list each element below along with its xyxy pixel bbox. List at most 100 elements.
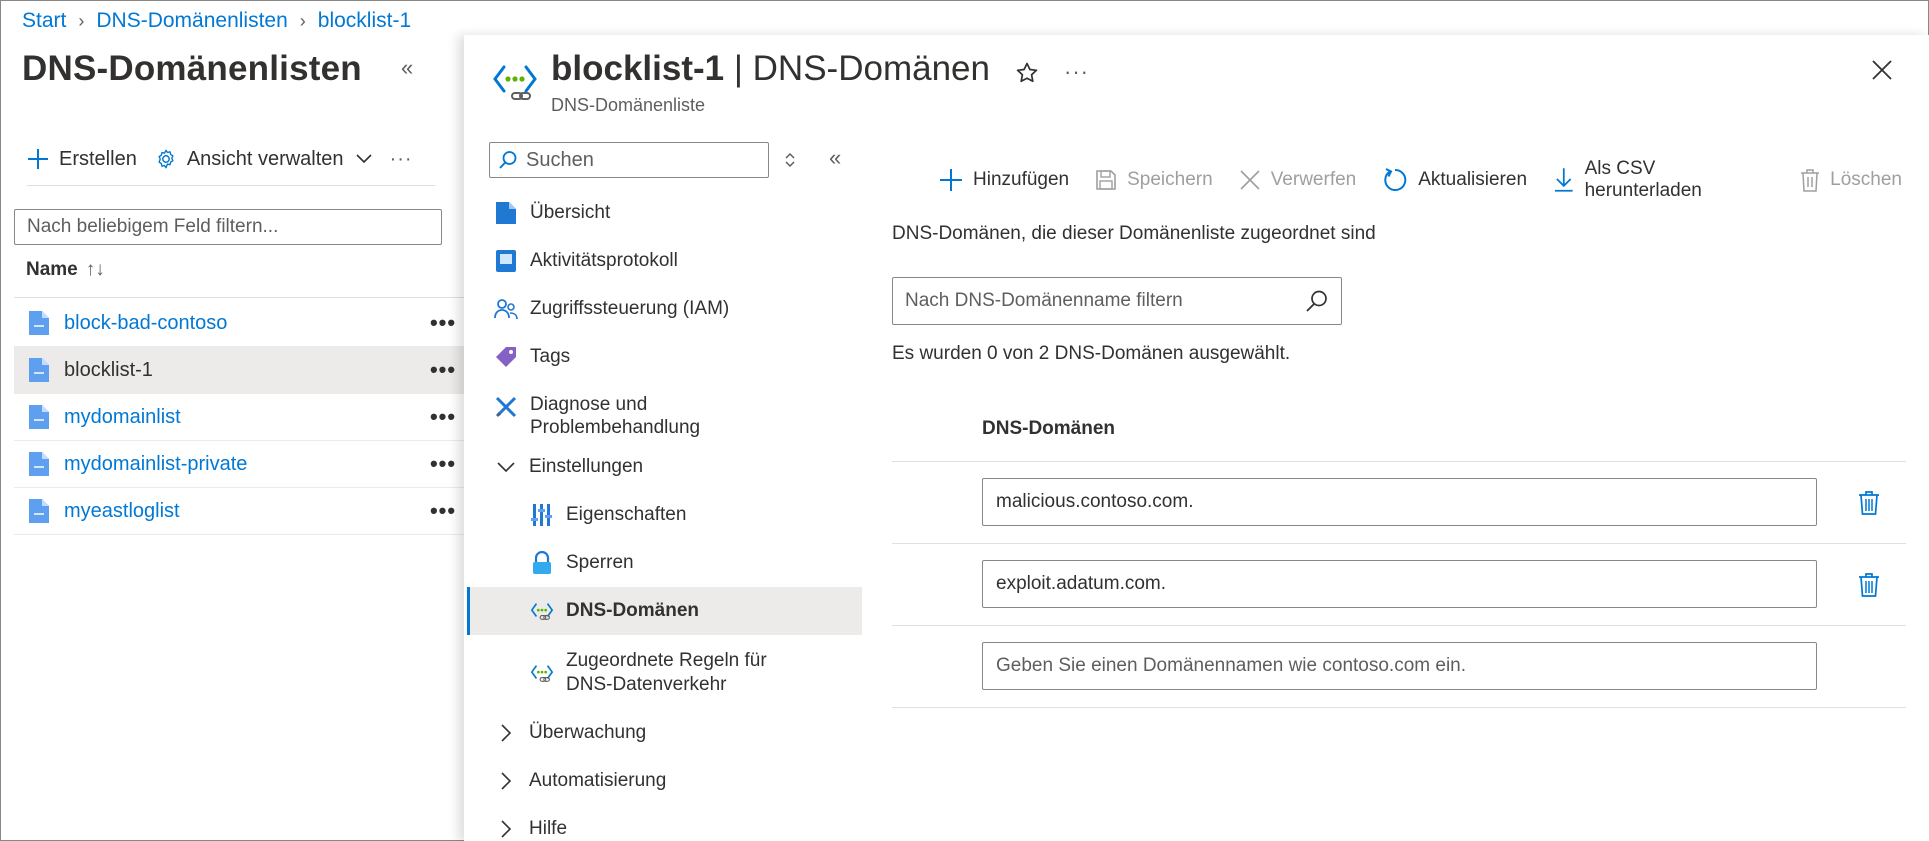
menu-item-diagnose[interactable]: Diagnose und Problembehandlung xyxy=(467,391,862,441)
wrench-icon xyxy=(494,395,518,419)
expand-collapse-icon[interactable] xyxy=(784,151,796,169)
sort-icon: ↑↓ xyxy=(85,259,105,280)
page-title: blocklist-1 | DNS-Domänen xyxy=(551,49,990,88)
star-icon[interactable] xyxy=(1015,61,1039,85)
row-more-button[interactable]: ••• xyxy=(428,498,458,524)
download-icon xyxy=(1554,168,1573,192)
breadcrumb-start[interactable]: Start xyxy=(22,9,66,33)
menu-item-overview[interactable]: Übersicht xyxy=(467,197,862,229)
column-header-name[interactable]: Name ↑↓ xyxy=(26,259,105,281)
list-item-name: mydomainlist-private xyxy=(64,452,248,475)
grid-divider xyxy=(892,543,1906,544)
menu-item-properties[interactable]: Eigenschaften xyxy=(467,499,862,531)
dns-filter-input[interactable]: Nach DNS-Domänenname filtern xyxy=(892,277,1342,325)
menu-item-iam[interactable]: Zugriffssteuerung (IAM) xyxy=(467,293,862,325)
command-bar: Hinzufügen Speichern Verwerfen Aktualisi… xyxy=(939,158,1928,201)
left-toolbar-more-button[interactable]: ··· xyxy=(390,148,413,171)
trash-icon[interactable] xyxy=(1858,490,1880,516)
download-csv-button[interactable]: Als CSV herunterladen xyxy=(1553,158,1774,202)
list-item-name: myeastloglist xyxy=(64,499,180,522)
list-item[interactable]: myeastloglist ••• xyxy=(14,488,464,535)
manage-view-button[interactable]: Ansicht verwalten xyxy=(155,148,372,171)
content-description: DNS-Domänen, die dieser Domänenliste zug… xyxy=(892,223,1376,244)
list-item[interactable]: mydomainlist-private ••• xyxy=(14,441,464,488)
menu-item-automation[interactable]: Automatisierung xyxy=(467,765,862,797)
tag-icon xyxy=(494,345,518,369)
menu-item-activity-log[interactable]: Aktivitätsprotokoll xyxy=(467,245,862,277)
new-domain-input[interactable]: Geben Sie einen Domänennamen wie contoso… xyxy=(982,642,1817,690)
chevron-right-icon: › xyxy=(299,10,306,31)
row-more-button[interactable]: ••• xyxy=(428,451,458,477)
properties-icon xyxy=(530,503,554,527)
close-icon[interactable] xyxy=(1871,59,1893,81)
left-toolbar: Erstellen Ansicht verwalten ··· xyxy=(27,143,431,175)
close-icon xyxy=(1240,170,1260,190)
dns-domain-field[interactable]: exploit.adatum.com. xyxy=(982,560,1817,608)
chevron-right-icon xyxy=(501,724,512,742)
refresh-icon xyxy=(1384,168,1407,191)
file-icon xyxy=(29,499,49,523)
list-item[interactable]: block-bad-contoso ••• xyxy=(14,300,464,347)
refresh-button[interactable]: Aktualisieren xyxy=(1382,167,1527,193)
trash-icon[interactable] xyxy=(1858,572,1880,598)
column-header-dns-domains: DNS-Domänen xyxy=(982,418,1116,439)
grid-divider xyxy=(892,707,1906,708)
menu-item-locks[interactable]: Sperren xyxy=(467,547,862,579)
list-header-divider xyxy=(14,297,464,298)
chevron-down-icon xyxy=(355,154,372,164)
save-button[interactable]: Speichern xyxy=(1095,169,1213,191)
search-icon xyxy=(499,151,517,169)
menu-item-tags[interactable]: Tags xyxy=(467,341,862,373)
list-item-name: blocklist-1 xyxy=(64,358,153,381)
plus-icon xyxy=(940,169,962,191)
add-button[interactable]: Hinzufügen xyxy=(939,168,1069,192)
activity-log-icon xyxy=(494,249,518,273)
toolbar-divider xyxy=(27,185,435,186)
search-icon xyxy=(1306,290,1327,312)
chevron-right-icon xyxy=(501,772,512,790)
dns-domain-icon xyxy=(530,661,554,685)
discard-button[interactable]: Verwerfen xyxy=(1239,169,1356,191)
chevron-right-icon: › xyxy=(78,10,85,31)
chevron-right-icon xyxy=(501,820,512,838)
collapse-left-icon[interactable]: « xyxy=(401,57,423,81)
menu-item-dns-domains[interactable]: DNS-Domänen xyxy=(467,587,862,635)
row-more-button[interactable]: ••• xyxy=(428,310,458,336)
plus-icon xyxy=(28,149,48,169)
file-icon xyxy=(29,452,49,476)
menu-item-help[interactable]: Hilfe xyxy=(467,813,862,841)
save-icon xyxy=(1096,170,1116,190)
breadcrumb-blocklist[interactable]: blocklist-1 xyxy=(318,9,411,33)
list-item-name: mydomainlist xyxy=(64,405,181,428)
menu-search-input[interactable]: Suchen xyxy=(489,142,769,178)
lock-icon xyxy=(530,551,554,575)
file-icon xyxy=(29,358,49,382)
left-filter-input[interactable]: Nach beliebigem Feld filtern... xyxy=(14,209,442,245)
page-subtitle: DNS-Domänenliste xyxy=(551,95,706,115)
grid-divider xyxy=(892,625,1906,626)
menu-item-associated-rules[interactable]: Zugeordnete Regeln für DNS-Datenverkehr xyxy=(467,647,862,699)
dns-domain-field[interactable]: malicious.contoso.com. xyxy=(982,478,1817,526)
gear-icon xyxy=(158,149,174,169)
left-blade-title: DNS-Domänenlisten xyxy=(22,49,362,88)
delete-button[interactable]: Löschen xyxy=(1800,168,1902,192)
breadcrumb-dns-lists[interactable]: DNS-Domänenlisten xyxy=(96,9,287,33)
chevron-down-icon xyxy=(497,462,515,473)
title-more-button[interactable]: ··· xyxy=(1064,59,1089,85)
grid-divider xyxy=(892,461,1906,462)
list-item[interactable]: mydomainlist ••• xyxy=(14,394,464,441)
collapse-menu-icon[interactable]: « xyxy=(829,147,841,169)
row-more-button[interactable]: ••• xyxy=(428,357,458,383)
dns-domain-icon xyxy=(530,599,554,623)
list-item[interactable]: blocklist-1 ••• xyxy=(14,347,464,394)
dns-domain-list-icon xyxy=(493,65,537,100)
overview-icon xyxy=(494,201,518,225)
menu-item-monitoring[interactable]: Überwachung xyxy=(467,717,862,749)
create-button[interactable]: Erstellen xyxy=(27,148,137,171)
file-icon xyxy=(29,311,49,335)
row-more-button[interactable]: ••• xyxy=(428,404,458,430)
list-item-name: block-bad-contoso xyxy=(64,311,228,334)
breadcrumb: Start › DNS-Domänenlisten › blocklist-1 xyxy=(22,7,411,35)
people-icon xyxy=(494,297,518,321)
menu-item-settings[interactable]: Einstellungen xyxy=(467,451,862,483)
